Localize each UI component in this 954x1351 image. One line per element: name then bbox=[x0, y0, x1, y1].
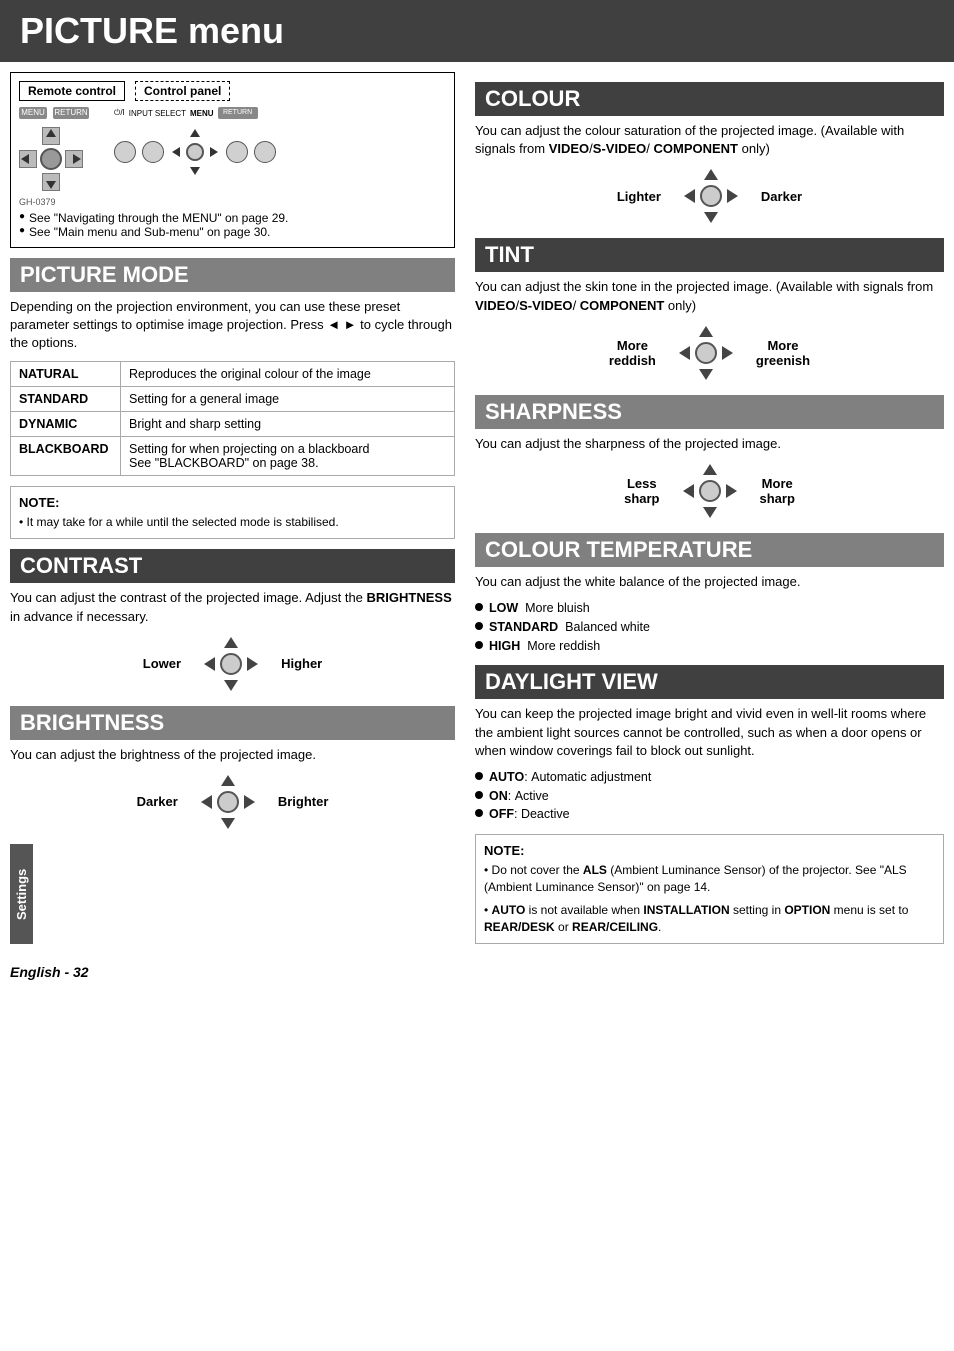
table-cell-value: Setting for when projecting on a blackbo… bbox=[121, 436, 455, 475]
table-cell-key: BLACKBOARD bbox=[11, 436, 121, 475]
daylight-view-note: NOTE: • Do not cover the ALS (Ambient Lu… bbox=[475, 834, 944, 944]
sharpness-header: SHARPNESS bbox=[475, 395, 944, 429]
dv-note-item-2: • AUTO is not available when INSTALLATIO… bbox=[484, 902, 935, 936]
ct-low-value: More bluish bbox=[525, 601, 590, 615]
colour-header: COLOUR bbox=[475, 82, 944, 116]
picture-mode-header: PICTURE MODE bbox=[10, 258, 455, 292]
dv-auto-key: AUTO bbox=[489, 770, 524, 784]
picture-mode-note: NOTE: • It may take for a while until th… bbox=[10, 486, 455, 540]
sharpness-description: You can adjust the sharpness of the proj… bbox=[475, 435, 944, 453]
page-title: PICTURE menu bbox=[0, 0, 954, 62]
sharpness-control: Lesssharp Moresharp bbox=[475, 461, 944, 521]
table-cell-key: NATURAL bbox=[11, 361, 121, 386]
daylight-view-list: AUTO: Automatic adjustment ON: Active OF… bbox=[475, 768, 944, 824]
colour-label-right: Darker bbox=[761, 189, 802, 204]
ct-standard-key: STANDARD bbox=[489, 620, 558, 634]
dv-note-item-1: • Do not cover the ALS (Ambient Luminanc… bbox=[484, 862, 935, 896]
brightness-label-right: Brighter bbox=[278, 794, 329, 809]
tint-dpad bbox=[676, 323, 736, 383]
contrast-label-right: Higher bbox=[281, 656, 322, 671]
remote-id: GH-0379 bbox=[19, 197, 89, 207]
dv-on-value: Active bbox=[515, 789, 549, 803]
ct-high-key: HIGH bbox=[489, 639, 520, 653]
picture-mode-description: Depending on the projection environment,… bbox=[10, 298, 455, 353]
dv-off-key: OFF bbox=[489, 807, 514, 821]
contrast-dpad bbox=[201, 634, 261, 694]
contrast-control: Lower Higher bbox=[10, 634, 455, 694]
dv-on-key: ON bbox=[489, 789, 508, 803]
colour-temperature-description: You can adjust the white balance of the … bbox=[475, 573, 944, 591]
settings-sidebar-label: Settings bbox=[10, 844, 33, 944]
table-cell-key: STANDARD bbox=[11, 386, 121, 411]
table-row: NATURAL Reproduces the original colour o… bbox=[11, 361, 455, 386]
sharpness-dpad bbox=[680, 461, 740, 521]
page-footer: English - 32 bbox=[0, 954, 954, 985]
tint-header: TINT bbox=[475, 238, 944, 272]
brightness-header: BRIGHTNESS bbox=[10, 706, 455, 740]
remote-control-label: Remote control bbox=[19, 81, 125, 101]
ct-high-value: More reddish bbox=[527, 639, 600, 653]
remote-control-box: Remote control Control panel MENU RETURN bbox=[10, 72, 455, 248]
colour-label-left: Lighter bbox=[617, 189, 661, 204]
ct-standard-value: Balanced white bbox=[565, 620, 650, 634]
colour-control: Lighter Darker bbox=[475, 166, 944, 226]
brightness-dpad bbox=[198, 772, 258, 832]
table-cell-value: Setting for a general image bbox=[121, 386, 455, 411]
sharpness-label-right: Moresharp bbox=[760, 476, 795, 506]
tint-control: Morereddish Moregreenish bbox=[475, 323, 944, 383]
control-panel-label: Control panel bbox=[135, 81, 230, 101]
brightness-control: Darker Brighter bbox=[10, 772, 455, 832]
colour-description: You can adjust the colour saturation of … bbox=[475, 122, 944, 158]
ct-low-key: LOW bbox=[489, 601, 518, 615]
tint-label-right: Moregreenish bbox=[756, 338, 810, 368]
note-title: NOTE: bbox=[19, 495, 446, 510]
brightness-label-left: Darker bbox=[137, 794, 178, 809]
table-cell-key: DYNAMIC bbox=[11, 411, 121, 436]
contrast-header: CONTRAST bbox=[10, 549, 455, 583]
sharpness-label-left: Lesssharp bbox=[624, 476, 659, 506]
contrast-label-left: Lower bbox=[143, 656, 181, 671]
table-row: STANDARD Setting for a general image bbox=[11, 386, 455, 411]
remote-note2: See "Main menu and Sub-menu" on page 30. bbox=[29, 225, 270, 239]
picture-mode-table: NATURAL Reproduces the original colour o… bbox=[10, 361, 455, 476]
dv-auto-value: Automatic adjustment bbox=[531, 770, 651, 784]
remote-panel-image: MENU RETURN bbox=[19, 107, 446, 207]
colour-dpad bbox=[681, 166, 741, 226]
colour-temperature-header: COLOUR TEMPERATURE bbox=[475, 533, 944, 567]
dv-note-title: NOTE: bbox=[484, 843, 935, 858]
table-cell-value: Reproduces the original colour of the im… bbox=[121, 361, 455, 386]
table-row: DYNAMIC Bright and sharp setting bbox=[11, 411, 455, 436]
tint-label-left: Morereddish bbox=[609, 338, 656, 368]
note-text: • It may take for a while until the sele… bbox=[19, 514, 446, 531]
table-cell-value: Bright and sharp setting bbox=[121, 411, 455, 436]
colour-temperature-list: LOW More bluish STANDARD Balanced white … bbox=[475, 599, 944, 655]
tint-description: You can adjust the skin tone in the proj… bbox=[475, 278, 944, 314]
contrast-description: You can adjust the contrast of the proje… bbox=[10, 589, 455, 625]
daylight-view-description: You can keep the projected image bright … bbox=[475, 705, 944, 760]
remote-note1: See "Navigating through the MENU" on pag… bbox=[29, 211, 288, 225]
dv-off-value: Deactive bbox=[521, 807, 570, 821]
table-row: BLACKBOARD Setting for when projecting o… bbox=[11, 436, 455, 475]
brightness-description: You can adjust the brightness of the pro… bbox=[10, 746, 455, 764]
daylight-view-header: DAYLIGHT VIEW bbox=[475, 665, 944, 699]
